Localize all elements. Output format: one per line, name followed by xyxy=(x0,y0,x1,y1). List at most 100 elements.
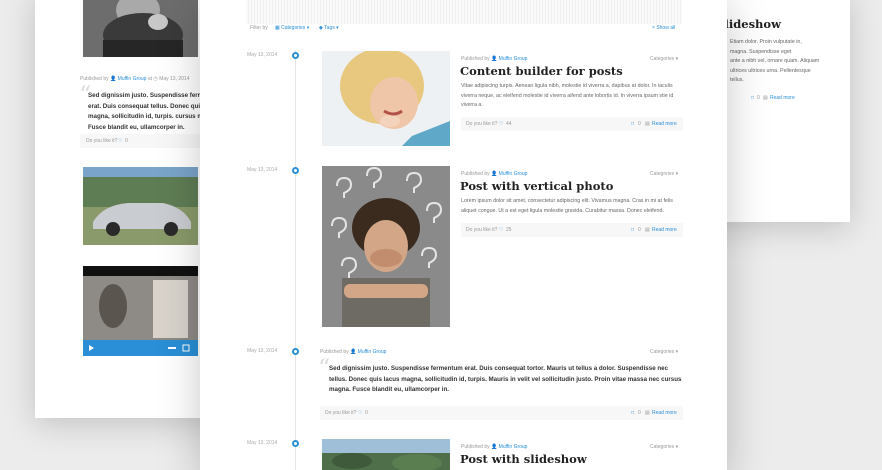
author-link[interactable]: Muffin Group xyxy=(499,444,528,450)
timeline-blog-card: Filter by ▦ Categories ▾ ◆ Tags ▾ × Show… xyxy=(200,0,727,470)
post-meta: Published by 👤 Muffin Group xyxy=(461,171,527,177)
right-actions: □ 0 ▤ Read more xyxy=(725,91,845,105)
user-icon: 👤 xyxy=(491,444,498,450)
user-icon: 👤 xyxy=(491,171,498,177)
at-label: at xyxy=(147,76,153,82)
categories-dropdown[interactable]: Categories ▾ xyxy=(650,56,678,62)
comment-count: 0 xyxy=(638,410,641,416)
comment-icon[interactable]: □ xyxy=(631,227,634,233)
post-date: May 13, 2014 xyxy=(159,76,190,82)
categories-label: Categories xyxy=(650,171,675,177)
right-post-excerpt: Etiam dolor. Proin vulputate in, magna. … xyxy=(730,38,840,86)
post-meta: Published by 👤 Muffin Group xyxy=(461,444,527,450)
comment-icon[interactable]: □ xyxy=(751,95,754,101)
author-link[interactable]: Muffin Group xyxy=(358,349,387,355)
post-action-bar: Do you like it? ♡ 0 □ 0 ▤ Read more xyxy=(320,406,683,420)
timeline-dot xyxy=(292,440,299,447)
user-icon: 👤 xyxy=(350,349,357,355)
excerpt-line: ante a nibh vel, ornare quam. Aliquam xyxy=(730,58,820,64)
post-excerpt: Vitae adipiscing turpis. Aenean ligula n… xyxy=(461,83,674,108)
like-count: 44 xyxy=(506,121,512,127)
read-more-link[interactable]: Read more xyxy=(652,410,677,416)
filter-by-label: Filter by xyxy=(250,25,268,31)
post-date: May 13, 2014 xyxy=(247,440,278,446)
categories-label: Categories xyxy=(650,56,675,62)
excerpt-line: magna. Suspendisse eget xyxy=(730,48,792,55)
landscape-slideshow-photo[interactable] xyxy=(322,439,450,470)
caret-down-icon: ▾ xyxy=(675,349,679,355)
read-more-link[interactable]: Read more xyxy=(652,121,677,127)
filter-bar xyxy=(246,0,682,24)
comment-count: 0 xyxy=(638,121,641,127)
excerpt-line: Etiam dolor. Proin vulputate in, xyxy=(730,39,802,45)
post-date: May 13, 2014 xyxy=(247,52,278,58)
tags-filter[interactable]: ◆ Tags ▾ xyxy=(319,25,339,31)
caret-down-icon: ▾ xyxy=(675,56,679,62)
clock-icon: ◷ xyxy=(153,76,158,82)
doc-icon: ▤ xyxy=(645,410,650,416)
caret-down-icon: ▾ xyxy=(675,171,679,177)
categories-filter[interactable]: ▦ Categories ▾ xyxy=(275,25,309,31)
post-date: May 13, 2014 xyxy=(247,167,278,173)
categories-label: Categories xyxy=(650,349,675,355)
like-label: Do you like it? xyxy=(466,121,498,127)
man-question-marks-photo[interactable] xyxy=(322,166,450,327)
user-icon: 👤 xyxy=(110,76,117,82)
right-post-title[interactable]: slideshow xyxy=(718,17,781,31)
published-by-label: Published by xyxy=(461,56,490,62)
post-title[interactable]: Post with vertical photo xyxy=(460,179,613,193)
like-count: 25 xyxy=(506,227,512,233)
doc-icon: ▤ xyxy=(645,121,650,127)
post-action-bar: Do you like it? ♡ 44 □ 0 ▤ Read more xyxy=(461,117,683,131)
heart-icon[interactable]: ♡ xyxy=(358,410,362,416)
folder-icon: ▦ xyxy=(275,25,280,31)
comment-count: 0 xyxy=(638,227,641,233)
categories-dropdown[interactable]: Categories ▾ xyxy=(650,444,678,450)
left-post-meta: Published by 👤 Muffin Group at ◷ May 13,… xyxy=(80,76,190,82)
like-label: Do you like it? xyxy=(466,227,498,233)
close-icon: × xyxy=(652,25,655,31)
like-count: 0 xyxy=(365,410,368,416)
post-action-bar: Do you like it? ♡ 25 □ 0 ▤ Read more xyxy=(461,223,683,237)
comment-icon[interactable]: □ xyxy=(631,121,634,127)
read-more-link[interactable]: Read more xyxy=(652,227,677,233)
published-by-label: Published by xyxy=(461,444,490,450)
categories-filter-label: Categories xyxy=(281,25,306,31)
read-more-link[interactable]: Read more xyxy=(770,95,795,101)
heart-icon[interactable]: ♡ xyxy=(499,121,503,127)
heart-icon[interactable]: ♡ xyxy=(118,138,122,144)
caret-down-icon: ▾ xyxy=(675,444,679,450)
left-like-bar: Do you like it? ♡ 0 xyxy=(80,134,210,148)
timeline-dot xyxy=(292,52,299,59)
caret-down-icon: ▾ xyxy=(336,25,339,31)
excerpt-line: ultrices ultrices urna. Pellentesque xyxy=(730,67,811,74)
comment-count: 0 xyxy=(757,95,760,101)
author-link[interactable]: Muffin Group xyxy=(499,56,528,62)
excerpt-line: tellus. xyxy=(730,77,744,83)
post-date: May 13, 2014 xyxy=(247,348,278,354)
video-player[interactable] xyxy=(83,266,198,356)
categories-dropdown[interactable]: Categories ▾ xyxy=(650,349,678,355)
caret-down-icon: ▾ xyxy=(306,25,310,31)
doc-icon: ▤ xyxy=(645,227,650,233)
post-title[interactable]: Content builder for posts xyxy=(460,64,623,78)
timeline-dot xyxy=(292,167,299,174)
woman-laughing-photo[interactable] xyxy=(322,51,450,146)
heart-icon[interactable]: ♡ xyxy=(499,227,503,233)
comment-icon[interactable]: □ xyxy=(631,410,634,416)
car-photo[interactable] xyxy=(83,167,198,245)
categories-label: Categories xyxy=(650,444,675,450)
published-by-label: Published by xyxy=(461,171,490,177)
show-all-link[interactable]: × Show all xyxy=(652,25,675,31)
post-title[interactable]: Post with slideshow xyxy=(460,452,587,466)
timeline-line xyxy=(295,50,296,470)
author-link[interactable]: Muffin Group xyxy=(499,171,528,177)
post-excerpt: Lorem ipsum dolor sit amet, consectetur … xyxy=(461,198,673,214)
categories-dropdown[interactable]: Categories ▾ xyxy=(650,171,678,177)
like-label: Do you like it? xyxy=(86,138,118,144)
author-link[interactable]: Muffin Group xyxy=(118,76,147,82)
tags-filter-label: Tags xyxy=(324,25,335,31)
man-phone-photo[interactable] xyxy=(83,0,198,57)
tag-icon: ◆ xyxy=(319,25,323,31)
left-blog-card: Published by 👤 Muffin Group at ◷ May 13,… xyxy=(35,0,220,418)
